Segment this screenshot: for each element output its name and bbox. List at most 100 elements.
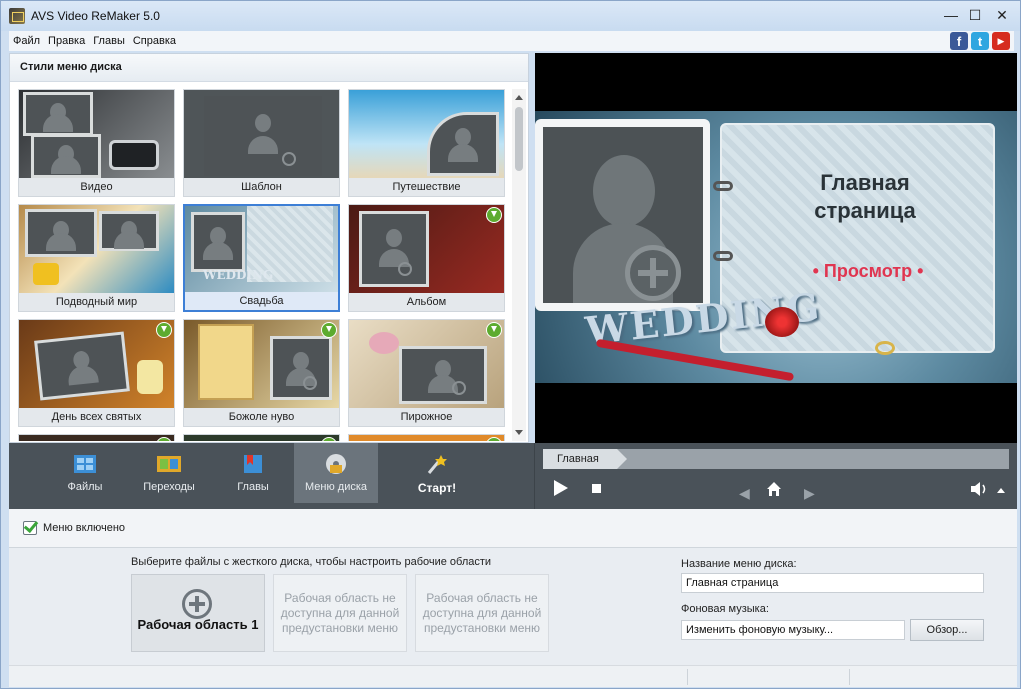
style-tile-partial[interactable]	[183, 434, 340, 441]
tab-disc-menu-label: Меню диска	[304, 481, 368, 493]
maximize-button[interactable]: ☐	[964, 5, 986, 25]
wedding-rings-icon	[875, 341, 895, 355]
style-tile-underwater[interactable]: Подводный мир	[18, 204, 175, 312]
scroll-thumb[interactable]	[515, 107, 523, 171]
youtube-icon[interactable]: ▶	[992, 32, 1010, 50]
style-tile-partial[interactable]	[348, 434, 505, 441]
tab-files[interactable]: Файлы	[43, 443, 127, 503]
scroll-up-icon[interactable]	[515, 95, 523, 100]
minimize-button[interactable]: —	[940, 5, 962, 25]
start-button[interactable]: Старт!	[395, 443, 479, 503]
workspace-1[interactable]: Рабочая область 1	[131, 574, 265, 652]
menu-settings-panel: Меню включено Выберите файлы с жесткого …	[9, 509, 1017, 687]
tab-transitions-label: Переходы	[143, 481, 195, 493]
menu-chapters[interactable]: Главы	[93, 35, 125, 47]
home-icon[interactable]	[766, 481, 782, 497]
ring-binder-icon	[713, 251, 733, 261]
app-logo-icon	[9, 8, 25, 24]
styles-panel-title: Стили меню диска	[10, 54, 528, 82]
rose-icon	[765, 307, 799, 337]
download-icon	[486, 322, 502, 338]
preview-play-link[interactable]: • Просмотр •	[793, 261, 943, 282]
close-button[interactable]: ✕	[988, 5, 1016, 25]
workspace-unavailable-label: Рабочая область не доступна для данной п…	[422, 591, 542, 635]
toolbar-divider	[534, 443, 535, 509]
main-toolbar: Файлы Переходы Главы Меню диска Старт! Г…	[9, 443, 1017, 509]
window-title: AVS Video ReMaker 5.0	[31, 9, 160, 23]
volume-dropdown-icon[interactable]	[997, 488, 1005, 493]
download-icon	[486, 207, 502, 223]
menu-help[interactable]: Справка	[133, 35, 176, 47]
stop-icon[interactable]	[592, 484, 601, 493]
prev-chapter-icon[interactable]: ◀	[739, 485, 750, 502]
download-icon	[156, 322, 172, 338]
style-tile-label: Подводный мир	[19, 293, 174, 311]
style-tile-label: Альбом	[349, 293, 504, 311]
style-tile-label: Пирожное	[349, 408, 504, 426]
style-tile-label: Видео	[19, 178, 174, 196]
style-tile-beaujolais[interactable]: Божоле нуво	[183, 319, 340, 427]
status-separator	[687, 669, 688, 685]
browse-button[interactable]: Обзор...	[910, 619, 984, 641]
music-field[interactable]: Изменить фоновую музыку...	[681, 620, 905, 640]
menu-enabled-toggle[interactable]: Меню включено	[23, 521, 125, 535]
menu-bar: Файл Правка Главы Справка f t ▶	[9, 31, 1014, 51]
next-chapter-icon[interactable]: ▶	[804, 485, 815, 502]
status-bar	[9, 665, 1017, 687]
scroll-down-icon[interactable]	[515, 430, 523, 435]
chapter-tab-main[interactable]: Главная	[543, 449, 627, 469]
ring-binder-icon	[713, 181, 733, 191]
styles-scrollbar[interactable]	[512, 89, 526, 441]
volume-icon[interactable]	[969, 480, 989, 498]
twitter-icon[interactable]: t	[971, 32, 989, 50]
workspace-hint: Выберите файлы с жесткого диска, чтобы н…	[131, 556, 492, 568]
style-tile-halloween[interactable]: День всех святых	[18, 319, 175, 427]
photo-placeholder-icon	[543, 127, 703, 303]
style-tile-travel[interactable]: Путешествие	[348, 89, 505, 197]
style-tile-album[interactable]: Альбом	[348, 204, 505, 312]
tab-chapters[interactable]: Главы	[211, 443, 295, 503]
app-window: AVS Video ReMaker 5.0 — ☐ ✕ Файл Правка …	[0, 0, 1021, 689]
menu-edit[interactable]: Правка	[48, 35, 85, 47]
menu-file[interactable]: Файл	[13, 35, 40, 47]
style-tile-template[interactable]: Шаблон	[183, 89, 340, 197]
menu-name-field[interactable]: Главная страница	[681, 573, 984, 593]
add-circle-icon	[182, 589, 212, 619]
style-tile-cake[interactable]: Пирожное	[348, 319, 505, 427]
preview-player: Главная страница • Просмотр • WEDDING	[535, 53, 1017, 443]
tab-transitions[interactable]: Переходы	[127, 443, 211, 503]
style-tile-label: Свадьба	[185, 292, 338, 310]
start-button-label: Старт!	[417, 481, 457, 495]
tab-files-label: Файлы	[67, 481, 103, 493]
chapters-icon	[244, 455, 262, 473]
film-icon	[74, 455, 96, 473]
styles-grid: Видео Шаблон Путешествие Подводный мир W…	[18, 89, 506, 441]
style-tile-label: Путешествие	[349, 178, 504, 196]
workspace-2-unavailable: Рабочая область не доступна для данной п…	[273, 574, 407, 652]
preview-menu-title[interactable]: Главная страница	[785, 169, 945, 225]
preview-photo-frame[interactable]	[535, 119, 710, 311]
style-tile-partial[interactable]	[18, 434, 175, 441]
chapter-strip: Главная	[543, 449, 1009, 469]
workspace-unavailable-label: Рабочая область не доступна для данной п…	[280, 591, 400, 635]
preview-scene: Главная страница • Просмотр • WEDDING	[535, 111, 1017, 383]
workspace-settings: Выберите файлы с жесткого диска, чтобы н…	[9, 547, 1017, 665]
style-tile-label: День всех святых	[19, 408, 174, 426]
magic-wand-icon	[427, 455, 447, 474]
play-icon[interactable]	[554, 480, 568, 496]
tab-chapters-label: Главы	[237, 481, 269, 493]
checkbox-checked-icon[interactable]	[23, 521, 37, 535]
music-label: Фоновая музыка:	[681, 603, 769, 615]
style-tile-video[interactable]: Видео	[18, 89, 175, 197]
workspace-1-label: Рабочая область 1	[137, 617, 259, 632]
tab-disc-menu[interactable]: Меню диска	[294, 443, 378, 503]
disc-menu-icon	[326, 454, 346, 474]
facebook-icon[interactable]: f	[950, 32, 968, 50]
style-tile-wedding[interactable]: WEDDING Свадьба	[183, 204, 340, 312]
download-icon	[321, 322, 337, 338]
transitions-icon	[157, 456, 181, 472]
status-separator	[849, 669, 850, 685]
workspace-3-unavailable: Рабочая область не доступна для данной п…	[415, 574, 549, 652]
title-bar: AVS Video ReMaker 5.0 — ☐ ✕	[1, 1, 1020, 31]
menu-name-label: Название меню диска:	[681, 558, 797, 570]
